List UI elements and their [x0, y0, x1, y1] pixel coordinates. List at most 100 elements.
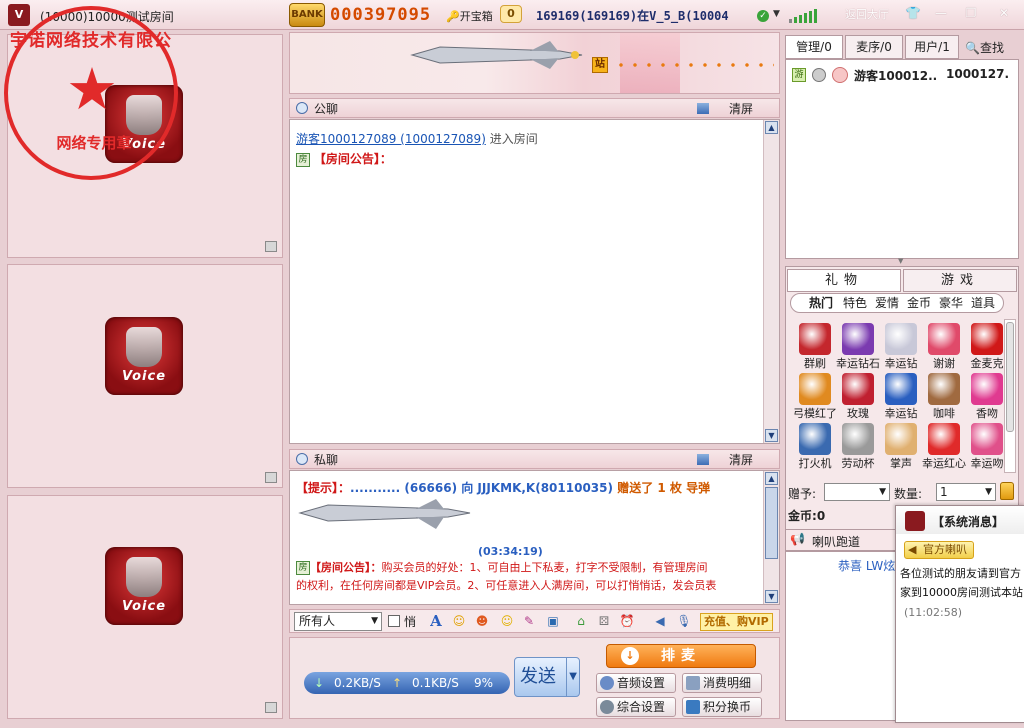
- category-special[interactable]: 特色: [843, 294, 867, 312]
- paint-icon[interactable]: ✎: [519, 612, 539, 631]
- gift-item[interactable]: 幸运钻: [880, 323, 922, 371]
- dice-icon[interactable]: ⚄: [594, 612, 614, 631]
- gift-item[interactable]: 幸运钻石: [836, 323, 880, 371]
- maximize-button[interactable]: ❐: [960, 4, 982, 22]
- tab-games[interactable]: 游戏: [903, 269, 1017, 292]
- whisper-checkbox[interactable]: [388, 615, 400, 627]
- scroll-thumb[interactable]: [1006, 322, 1014, 432]
- gift-icon: [885, 423, 917, 455]
- tab-admin[interactable]: 管理/0: [785, 35, 843, 59]
- gift-icon: [842, 423, 874, 455]
- public-clear-button[interactable]: 清屏: [729, 100, 753, 118]
- give-to-select[interactable]: ▼: [824, 483, 890, 501]
- consume-detail-button[interactable]: 消费明细: [682, 673, 762, 693]
- back-to-hall-button[interactable]: 返回大厅: [845, 6, 889, 22]
- tab-gifts[interactable]: 礼物: [787, 269, 901, 292]
- private-clear-button[interactable]: 清屏: [729, 451, 753, 469]
- gift-item[interactable]: 群刷: [794, 323, 836, 371]
- gift-item[interactable]: 香吻: [966, 373, 1008, 421]
- emoji-icon[interactable]: ☺: [449, 612, 469, 631]
- user-list[interactable]: 游 游客100012.. 1000127.: [785, 59, 1019, 259]
- gift-item[interactable]: 幸运吻: [966, 423, 1008, 471]
- category-luxury[interactable]: 豪华: [939, 294, 963, 312]
- general-settings-button[interactable]: 综合设置: [596, 697, 676, 717]
- tab-users[interactable]: 用户/1: [905, 35, 959, 59]
- video-slot-1[interactable]: Voice: [7, 34, 283, 258]
- gift-item[interactable]: 弓模红了: [793, 373, 837, 421]
- system-message-body: 各位测试的朋友请到官方 家到10000房间测试本站: [900, 567, 1023, 599]
- room-banner: 站: [289, 32, 780, 94]
- gift-item[interactable]: 咖啡: [923, 373, 965, 421]
- video-slot-menu-icon[interactable]: [265, 241, 277, 252]
- wink-icon[interactable]: ☺: [497, 612, 517, 631]
- audio-settings-button[interactable]: 音频设置: [596, 673, 676, 693]
- private-chat-area[interactable]: 【提示】：........... (66666) 向 JJJKMK,K(8011…: [289, 470, 780, 605]
- entry-user-link[interactable]: 游客1000127089 (1000127089): [296, 132, 486, 146]
- splitter-handle[interactable]: ▼: [898, 258, 906, 265]
- video-slot-menu-icon[interactable]: [265, 702, 277, 713]
- chat-target-select[interactable]: 所有人 ▼: [294, 612, 382, 631]
- gear-icon: [600, 676, 614, 690]
- send-options-chevron-icon[interactable]: ▼: [566, 658, 577, 696]
- list-item[interactable]: 游 游客100012.. 1000127.: [792, 66, 1016, 84]
- horn-icon: ◀: [908, 543, 917, 556]
- gift-item[interactable]: 谢谢: [923, 323, 965, 371]
- home-icon[interactable]: ⌂: [571, 612, 591, 631]
- category-gold[interactable]: 金币: [907, 294, 931, 312]
- room-badge-icon: 房: [296, 561, 310, 575]
- open-treasure-button[interactable]: 🔑开宝箱: [446, 8, 493, 24]
- vip-emoji-icon[interactable]: ☻: [472, 612, 492, 631]
- gift-item[interactable]: 金麦克: [966, 323, 1008, 371]
- system-message-popup[interactable]: 【系统消息】 ◀ 官方喇叭 各位测试的朋友请到官方 家到10000房间测试本站 (…: [895, 505, 1024, 723]
- video-slot-3[interactable]: Voice: [7, 495, 283, 719]
- screenshot-icon[interactable]: ▣: [543, 612, 563, 631]
- font-button[interactable]: A: [426, 612, 446, 631]
- station-badge[interactable]: 站: [592, 57, 608, 73]
- points-exchange-button[interactable]: 积分换币: [682, 697, 762, 717]
- public-chat-scrollbar[interactable]: ▲ ▼: [763, 120, 779, 443]
- skin-icon[interactable]: 👕: [902, 4, 924, 22]
- video-slot-menu-icon[interactable]: [265, 472, 277, 483]
- video-slot-2[interactable]: Voice: [7, 264, 283, 488]
- gift-item[interactable]: 幸运红心: [922, 423, 966, 471]
- status-dropdown-icon[interactable]: ▼: [773, 9, 780, 19]
- gift-name: 劳动杯: [841, 457, 875, 470]
- queue-mic-button[interactable]: ↓ 排麦: [606, 644, 756, 668]
- microphone-icon[interactable]: 🎙: [674, 612, 694, 631]
- official-horn-badge: ◀ 官方喇叭: [904, 541, 974, 559]
- user-name: 游客100012..: [854, 69, 938, 83]
- scroll-down-icon[interactable]: ▼: [765, 429, 778, 442]
- scroll-up-icon[interactable]: ▲: [765, 121, 778, 134]
- system-message-time: (11:02:58): [904, 606, 962, 619]
- gift-item[interactable]: 玫瑰: [837, 373, 879, 421]
- category-hot[interactable]: 热门: [809, 294, 833, 312]
- close-button[interactable]: ✕: [993, 4, 1015, 22]
- online-status-icon[interactable]: ✓: [757, 10, 769, 22]
- gift-item[interactable]: 幸运钻: [880, 373, 922, 421]
- scroll-up-icon[interactable]: ▲: [765, 472, 778, 485]
- minimize-button[interactable]: —: [930, 4, 952, 22]
- scroll-down-icon[interactable]: ▼: [765, 590, 778, 603]
- lock-icon[interactable]: [1000, 482, 1014, 500]
- tip-action: 赠送了 1 枚 导弹: [617, 481, 711, 495]
- category-love[interactable]: 爱情: [875, 294, 899, 312]
- scroll-thumb[interactable]: [765, 487, 778, 559]
- bottom-controls: ↓ 0.2KB/S ↑ 0.1KB/S 9% 发送 ▼ ↓ 排麦 音频设置 消费明细…: [289, 637, 780, 719]
- gift-item[interactable]: 打火机: [794, 423, 836, 471]
- bank-icon[interactable]: BANK: [289, 3, 325, 27]
- tab-mic-queue[interactable]: 麦序/0: [845, 35, 903, 59]
- gift-item[interactable]: 掌声: [880, 423, 922, 471]
- alarm-icon[interactable]: ⏰: [617, 612, 637, 631]
- search-button[interactable]: 🔍查找: [965, 39, 1004, 56]
- quantity-label: 数量:: [894, 487, 923, 501]
- public-chat-area[interactable]: 游客1000127089 (1000127089) 进入房间 房 【房间公告】：…: [289, 119, 780, 444]
- speaker-icon[interactable]: ◀: [650, 612, 670, 631]
- quantity-select[interactable]: 1 ▼: [936, 483, 996, 501]
- private-chat-scrollbar[interactable]: ▲ ▼: [763, 471, 779, 604]
- category-props[interactable]: 道具: [971, 294, 995, 312]
- gift-scrollbar[interactable]: [1004, 319, 1016, 473]
- send-button[interactable]: 发送 ▼: [514, 657, 580, 697]
- room-title: (10000)10000测试房间: [40, 10, 174, 24]
- recharge-vip-button[interactable]: 充值、购VIP: [700, 613, 773, 631]
- gift-item[interactable]: 劳动杯: [837, 423, 879, 471]
